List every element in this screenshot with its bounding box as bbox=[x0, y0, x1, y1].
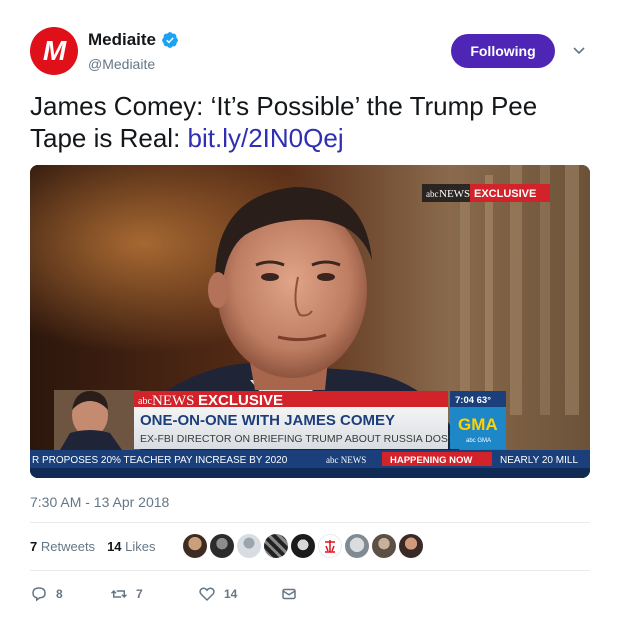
heart-icon bbox=[199, 587, 215, 602]
banner-headline: ONE-ON-ONE WITH JAMES COMEY bbox=[140, 412, 395, 429]
divider-bottom bbox=[30, 570, 590, 571]
banner-subheadline: EX-FBI DIRECTOR ON BRIEFING TRUMP ABOUT … bbox=[140, 433, 473, 445]
tweet-link[interactable]: bit.ly/2IN0Qej bbox=[188, 123, 344, 153]
likes-count: 14 bbox=[107, 538, 122, 554]
user-handle[interactable]: @Mediaite bbox=[88, 56, 179, 72]
liker-avatar[interactable] bbox=[345, 534, 369, 558]
banner-news: NEWS bbox=[152, 393, 195, 409]
ticker-right: NEARLY 20 MILL bbox=[500, 455, 578, 466]
ticker-left: R PROPOSES 20% TEACHER PAY INCREASE BY 2… bbox=[32, 455, 288, 466]
glyph-icon bbox=[325, 540, 335, 553]
tweet-stats: 7 Retweets 14 Likes bbox=[30, 531, 168, 561]
news-still-image: abc NEWS EXCLUSIVE abc NEWS EXCLUSIVE ON… bbox=[30, 165, 590, 478]
corner-bug-exclusive: EXCLUSIVE bbox=[474, 188, 536, 200]
ticker-happening: HAPPENING NOW bbox=[390, 455, 472, 466]
gma-logo-sub: abc GMA bbox=[466, 438, 491, 444]
tweet-text: James Comey: ‘It’s Possible’ the Trump P… bbox=[30, 90, 595, 154]
display-name[interactable]: Mediaite bbox=[88, 30, 156, 50]
tweet-actions: 8 7 14 bbox=[30, 584, 298, 604]
retweet-action[interactable]: 7 bbox=[110, 585, 198, 603]
tweet-timestamp[interactable]: 7:30 AM - 13 Apr 2018 bbox=[30, 494, 169, 510]
banner-brand: abc bbox=[138, 396, 152, 407]
corner-bug-news: NEWS bbox=[439, 188, 470, 200]
banner-exclusive: EXCLUSIVE bbox=[198, 392, 283, 409]
likes-stat[interactable]: 14 Likes bbox=[107, 539, 155, 554]
liker-avatar[interactable] bbox=[264, 534, 288, 558]
liker-avatar[interactable] bbox=[291, 534, 315, 558]
liker-avatar[interactable] bbox=[318, 534, 342, 558]
chevron-down-icon[interactable] bbox=[571, 42, 587, 58]
ticker-brand: abc NEWS bbox=[326, 455, 366, 465]
liker-avatar[interactable] bbox=[399, 534, 423, 558]
time-temp: 7:04 63° bbox=[455, 395, 491, 406]
reply-count: 8 bbox=[56, 587, 63, 601]
corner-bug-brand: abc bbox=[426, 189, 439, 199]
gma-logo: GMA bbox=[458, 415, 498, 434]
direct-message-action[interactable] bbox=[280, 585, 298, 603]
abc-news-exclusive-bug: abc NEWS EXCLUSIVE bbox=[422, 184, 550, 202]
tweet-media-image[interactable]: abc NEWS EXCLUSIVE abc NEWS EXCLUSIVE ON… bbox=[30, 165, 590, 478]
liker-avatar[interactable] bbox=[210, 534, 234, 558]
likes-label: Likes bbox=[125, 538, 156, 554]
reply-action[interactable]: 8 bbox=[30, 585, 110, 603]
liker-avatar[interactable] bbox=[237, 534, 261, 558]
liker-avatar[interactable] bbox=[183, 534, 207, 558]
retweets-count: 7 bbox=[30, 538, 38, 554]
tweet-header: M Mediaite @Mediaite Following bbox=[30, 27, 595, 77]
user-name-block[interactable]: Mediaite @Mediaite bbox=[88, 30, 179, 72]
reply-icon bbox=[32, 587, 46, 602]
news-ticker: R PROPOSES 20% TEACHER PAY INCREASE BY 2… bbox=[30, 450, 590, 478]
retweet-icon bbox=[110, 589, 128, 599]
retweet-count: 7 bbox=[136, 587, 143, 601]
display-name-row[interactable]: Mediaite bbox=[88, 30, 179, 50]
like-action[interactable]: 14 bbox=[198, 585, 280, 603]
verified-badge-icon bbox=[162, 32, 178, 48]
lower-third-banner: abc NEWS EXCLUSIVE ONE-ON-ONE WITH JAMES… bbox=[54, 390, 506, 450]
envelope-icon bbox=[282, 588, 296, 600]
divider-top bbox=[30, 522, 590, 523]
following-button[interactable]: Following bbox=[451, 34, 555, 68]
liker-avatar[interactable] bbox=[372, 534, 396, 558]
liker-avatars bbox=[183, 534, 423, 558]
like-count: 14 bbox=[224, 587, 238, 601]
avatar-letter: M bbox=[42, 35, 66, 66]
retweets-label: Retweets bbox=[40, 538, 96, 554]
retweets-stat[interactable]: 7 Retweets bbox=[30, 539, 95, 554]
avatar[interactable]: M bbox=[30, 27, 78, 75]
